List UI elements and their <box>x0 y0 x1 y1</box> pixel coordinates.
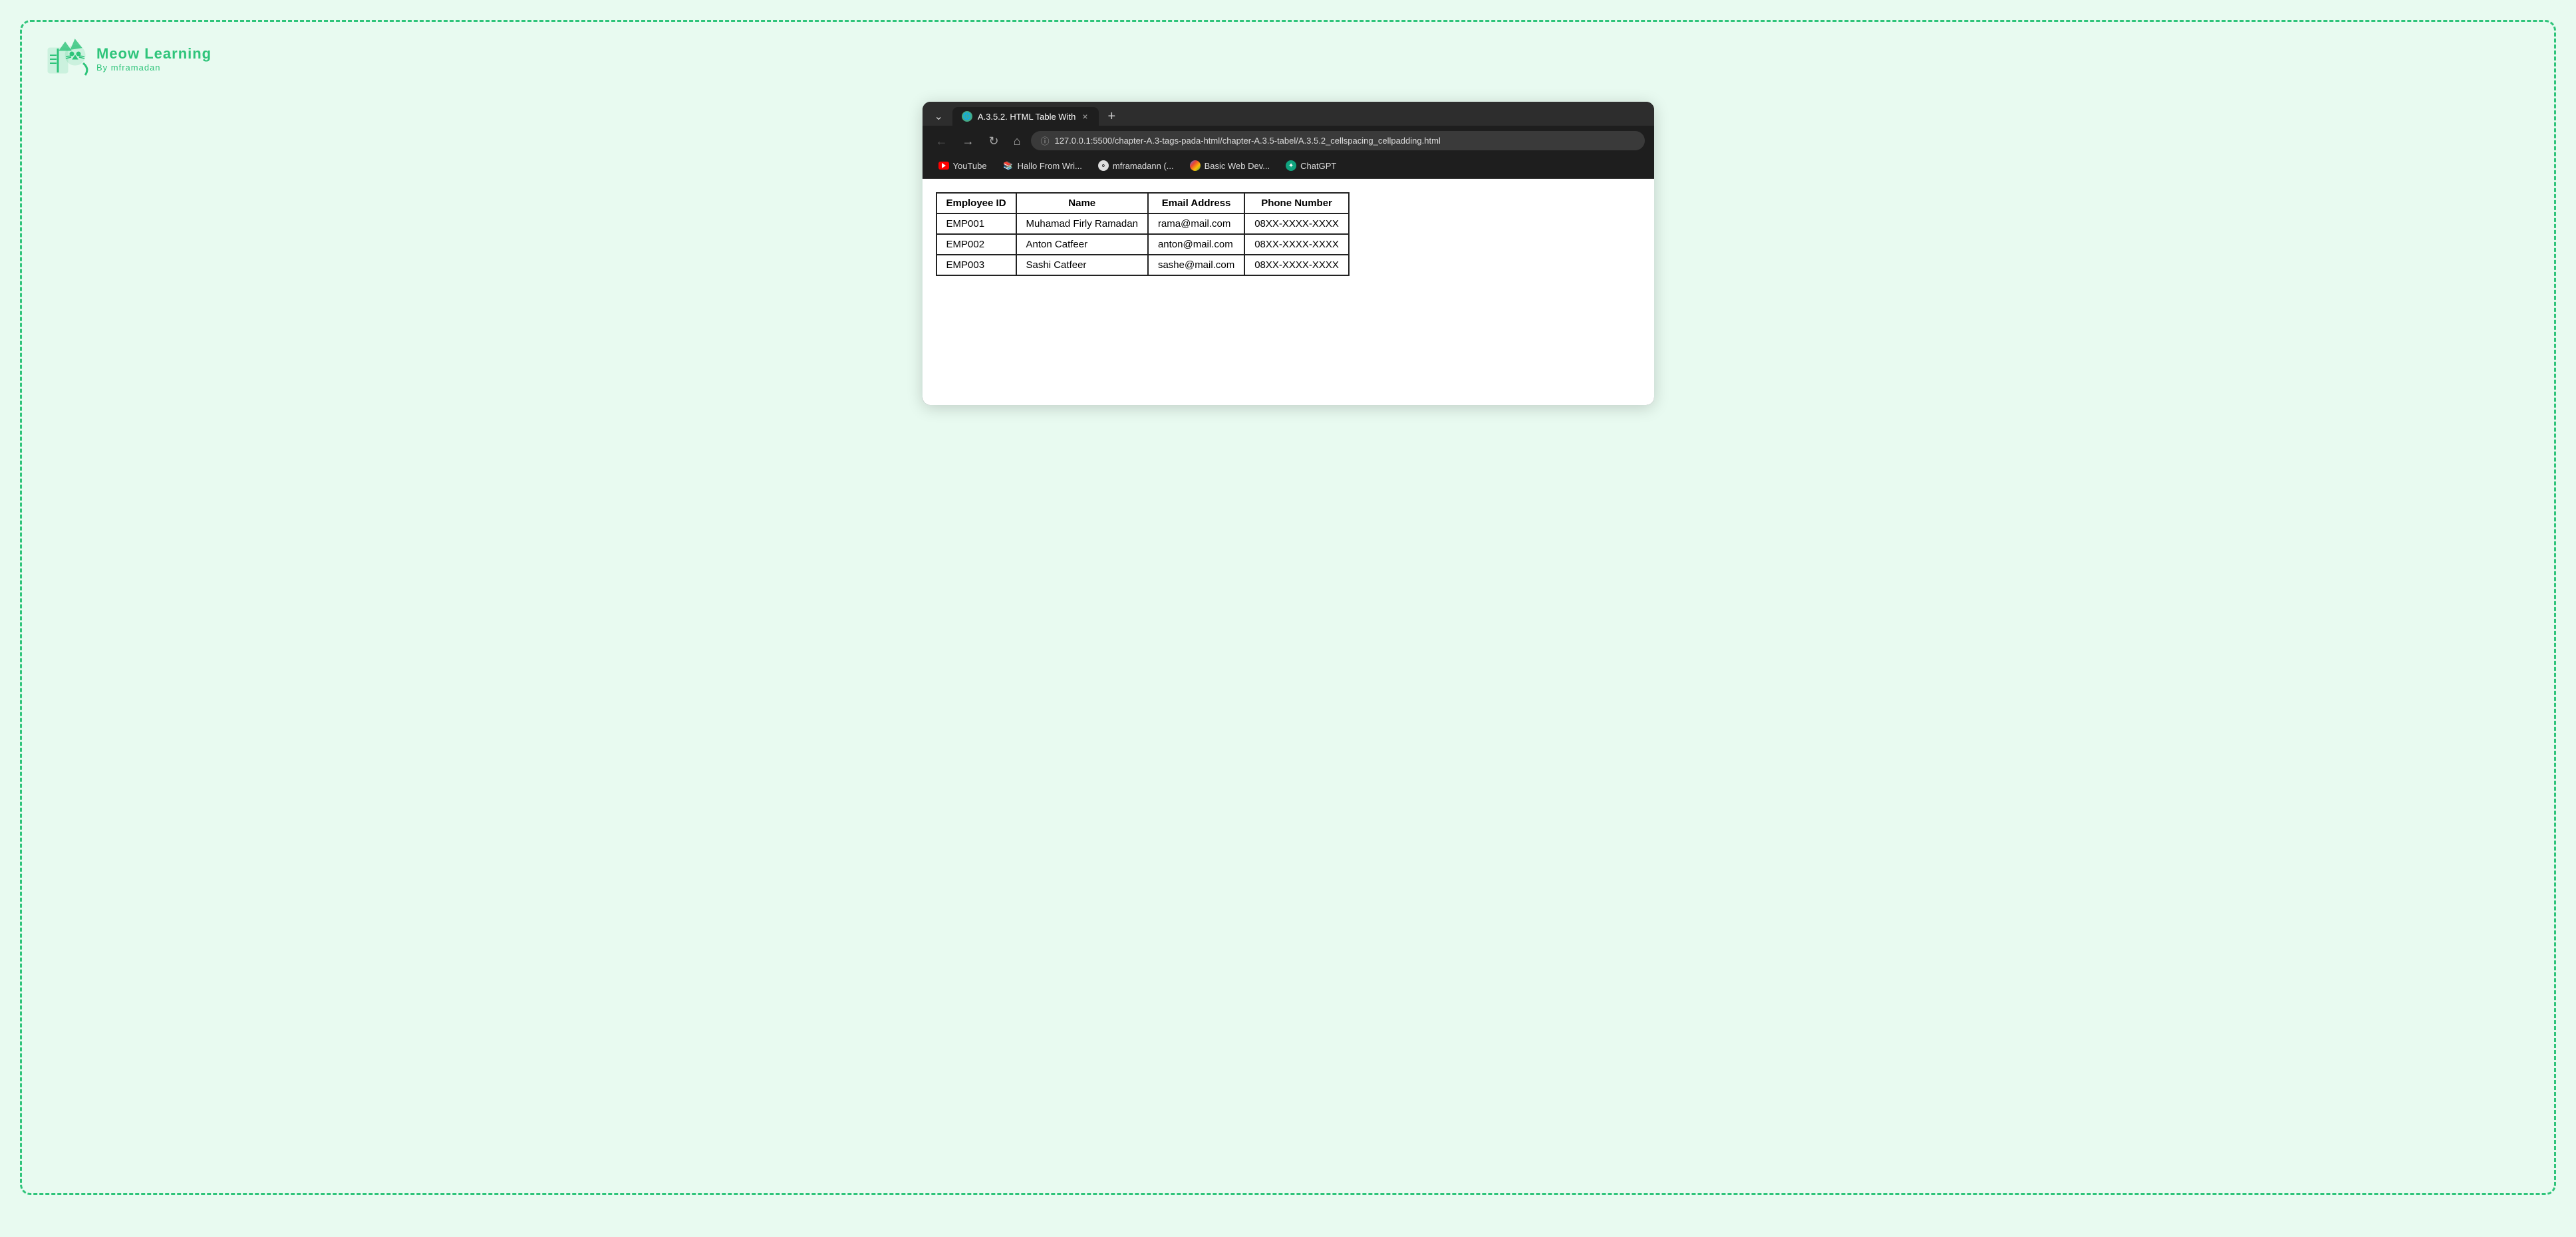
col-name: Name <box>1016 193 1148 213</box>
address-text: 127.0.0.1:5500/chapter-A.3-tags-pada-htm… <box>1054 136 1440 146</box>
bookmark-basic-label: Basic Web Dev... <box>1205 161 1270 171</box>
new-tab-button[interactable]: + <box>1103 108 1121 124</box>
browser-window: ⌄ 🌐 A.3.5.2. HTML Table With × + ← → ↻ ⌂… <box>923 102 1654 405</box>
bookmark-github[interactable]: ⚬ mframadann (... <box>1091 158 1181 173</box>
table-cell: rama@mail.com <box>1148 213 1244 234</box>
bookmark-chatgpt-label: ChatGPT <box>1300 161 1336 171</box>
table-cell: Sashi Catfeer <box>1016 255 1148 275</box>
table-cell: Anton Catfeer <box>1016 234 1148 255</box>
table-cell: Muhamad Firly Ramadan <box>1016 213 1148 234</box>
active-tab[interactable]: 🌐 A.3.5.2. HTML Table With × <box>952 107 1099 126</box>
table-cell: anton@mail.com <box>1148 234 1244 255</box>
table-header-row: Employee ID Name Email Address Phone Num… <box>936 193 1349 213</box>
bookmark-hallo-label: Hallo From Wri... <box>1018 161 1082 171</box>
table-cell: sashe@mail.com <box>1148 255 1244 275</box>
forward-button[interactable]: → <box>958 132 978 150</box>
logo-icon <box>42 35 88 82</box>
bookmark-hallo[interactable]: 📚 Hallo From Wri... <box>996 158 1089 173</box>
table-row: EMP003Sashi Catfeersashe@mail.com08XX-XX… <box>936 255 1349 275</box>
address-input-wrap[interactable]: ⓘ 127.0.0.1:5500/chapter-A.3-tags-pada-h… <box>1031 131 1644 150</box>
browser-content: Employee ID Name Email Address Phone Num… <box>923 179 1654 405</box>
logo-title: Meow Learning <box>96 45 212 63</box>
outer-border: Meow Learning By mframadan ⌄ 🌐 A.3.5.2. … <box>20 20 2556 1195</box>
table-cell: 08XX-XXXX-XXXX <box>1244 213 1349 234</box>
table-row: EMP001Muhamad Firly Ramadanrama@mail.com… <box>936 213 1349 234</box>
tab-title: A.3.5.2. HTML Table With <box>978 112 1075 122</box>
table-cell: EMP002 <box>936 234 1016 255</box>
github-icon: ⚬ <box>1098 160 1109 171</box>
table-cell: EMP001 <box>936 213 1016 234</box>
logo-text: Meow Learning By mframadan <box>96 45 212 72</box>
bookmark-youtube-label: YouTube <box>953 161 987 171</box>
col-email: Email Address <box>1148 193 1244 213</box>
col-phone: Phone Number <box>1244 193 1349 213</box>
bookmark-basic[interactable]: Basic Web Dev... <box>1183 158 1277 173</box>
home-button[interactable]: ⌂ <box>1010 132 1025 150</box>
youtube-icon <box>938 162 949 170</box>
tab-favicon-icon: 🌐 <box>962 111 972 122</box>
tab-dropdown-button[interactable]: ⌄ <box>929 107 948 126</box>
bookmark-youtube[interactable]: YouTube <box>932 159 994 173</box>
tab-bar: ⌄ 🌐 A.3.5.2. HTML Table With × + <box>923 102 1654 126</box>
col-employee-id: Employee ID <box>936 193 1016 213</box>
logo-area: Meow Learning By mframadan <box>42 35 212 82</box>
reload-button[interactable]: ↻ <box>985 132 1003 150</box>
bookmark-github-label: mframadann (... <box>1113 161 1174 171</box>
bookmark-chatgpt[interactable]: ✦ ChatGPT <box>1279 158 1343 173</box>
tab-close-button[interactable]: × <box>1081 112 1089 121</box>
employee-table: Employee ID Name Email Address Phone Num… <box>936 192 1350 276</box>
table-cell: 08XX-XXXX-XXXX <box>1244 255 1349 275</box>
table-row: EMP002Anton Catfeeranton@mail.com08XX-XX… <box>936 234 1349 255</box>
lock-icon: ⓘ <box>1040 134 1049 147</box>
hallo-icon: 📚 <box>1003 160 1014 171</box>
address-bar: ← → ↻ ⌂ ⓘ 127.0.0.1:5500/chapter-A.3-tag… <box>923 126 1654 156</box>
bookmarks-bar: YouTube 📚 Hallo From Wri... ⚬ mframadann… <box>923 156 1654 179</box>
table-cell: EMP003 <box>936 255 1016 275</box>
chatgpt-icon: ✦ <box>1286 160 1296 171</box>
table-cell: 08XX-XXXX-XXXX <box>1244 234 1349 255</box>
basic-icon <box>1190 160 1201 171</box>
logo-subtitle: By mframadan <box>96 63 212 72</box>
back-button[interactable]: ← <box>932 132 952 150</box>
